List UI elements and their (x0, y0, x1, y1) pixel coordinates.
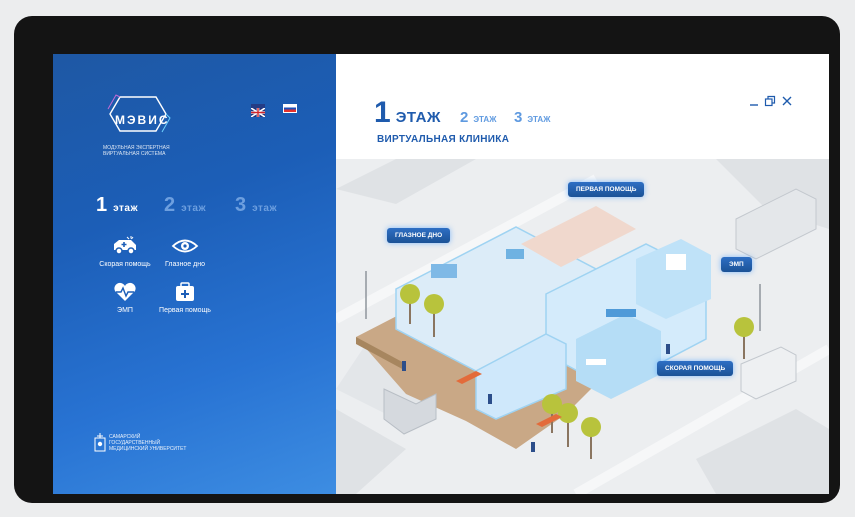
floor-number: 1 (96, 194, 108, 216)
logo-title: МЭВИС (115, 113, 170, 127)
sidebar-floor-3[interactable]: 3 этаж (235, 194, 277, 217)
sidebar-floor-2[interactable]: 2 этаж (164, 194, 206, 217)
tab-number: 1 (374, 96, 391, 129)
tab-floor-2[interactable]: 2 ЭТАЖ (460, 109, 496, 126)
tab-label: ЭТАЖ (527, 115, 551, 124)
logo-tagline: МОДУЛЬНАЯ ЭКСПЕРТНАЯ ВИРТУАЛЬНАЯ СИСТЕМА (103, 145, 170, 157)
floor-label: этаж (113, 203, 139, 214)
menu-item-label: Первая помощь (159, 307, 211, 314)
menu-item-fundus[interactable]: Глазное дно (143, 236, 227, 268)
app-screen: МЭВИС МОДУЛЬНАЯ ЭКСПЕРТНАЯ ВИРТУАЛЬНАЯ С… (53, 54, 829, 494)
close-icon[interactable] (781, 95, 793, 107)
sidebar: МЭВИС МОДУЛЬНАЯ ЭКСПЕРТНАЯ ВИРТУАЛЬНАЯ С… (53, 54, 336, 494)
map-label-emp[interactable]: ЭМП (721, 257, 752, 272)
restore-icon[interactable] (764, 95, 776, 107)
map-label-ambulance[interactable]: СКОРАЯ ПОМОЩЬ (657, 361, 734, 376)
main-content: 1 ЭТАЖ 2 ЭТАЖ 3 ЭТАЖ ВИРТУАЛЬНАЯ КЛИНИКА (336, 54, 829, 494)
tab-floor-3[interactable]: 3 ЭТАЖ (514, 109, 550, 126)
tab-label: ЭТАЖ (395, 109, 441, 126)
tab-number: 2 (460, 109, 469, 126)
monitor-bezel: МЭВИС МОДУЛЬНАЯ ЭКСПЕРТНАЯ ВИРТУАЛЬНАЯ С… (14, 16, 840, 503)
university-name: САМАРСКИЙ ГОСУДАРСТВЕННЫЙ МЕДИЦИНСКИЙ УН… (109, 434, 187, 452)
ambulance-icon (114, 236, 136, 255)
first-aid-kit-icon (176, 282, 194, 301)
menu-item-label: ЭМП (117, 307, 133, 314)
map-label-first-aid[interactable]: ПЕРВАЯ ПОМОЩЬ (568, 182, 645, 197)
sidebar-floor-1[interactable]: 1 этаж (96, 194, 138, 217)
floor-number: 2 (164, 194, 176, 216)
floor-label: этаж (252, 203, 278, 214)
menu-item-first-aid[interactable]: Первая помощь (143, 282, 227, 314)
language-ru-flag-icon[interactable] (283, 104, 297, 113)
map-label-fundus[interactable]: ГЛАЗНОЕ ДНО (387, 228, 451, 243)
clinic-isometric-map[interactable] (336, 159, 829, 494)
eye-icon (171, 239, 199, 253)
heart-pulse-icon (114, 282, 136, 301)
language-en-flag-icon[interactable] (250, 104, 266, 118)
page-subtitle: ВИРТУАЛЬНАЯ КЛИНИКА (377, 134, 510, 145)
tab-floor-1[interactable]: 1 ЭТАЖ (374, 96, 441, 130)
university-emblem-icon (94, 433, 106, 452)
floor-label: этаж (181, 203, 207, 214)
menu-item-label: Глазное дно (165, 261, 205, 268)
minimize-icon[interactable] (748, 95, 760, 107)
floor-number: 3 (235, 194, 247, 216)
tab-label: ЭТАЖ (473, 115, 497, 124)
tab-number: 3 (514, 109, 523, 126)
